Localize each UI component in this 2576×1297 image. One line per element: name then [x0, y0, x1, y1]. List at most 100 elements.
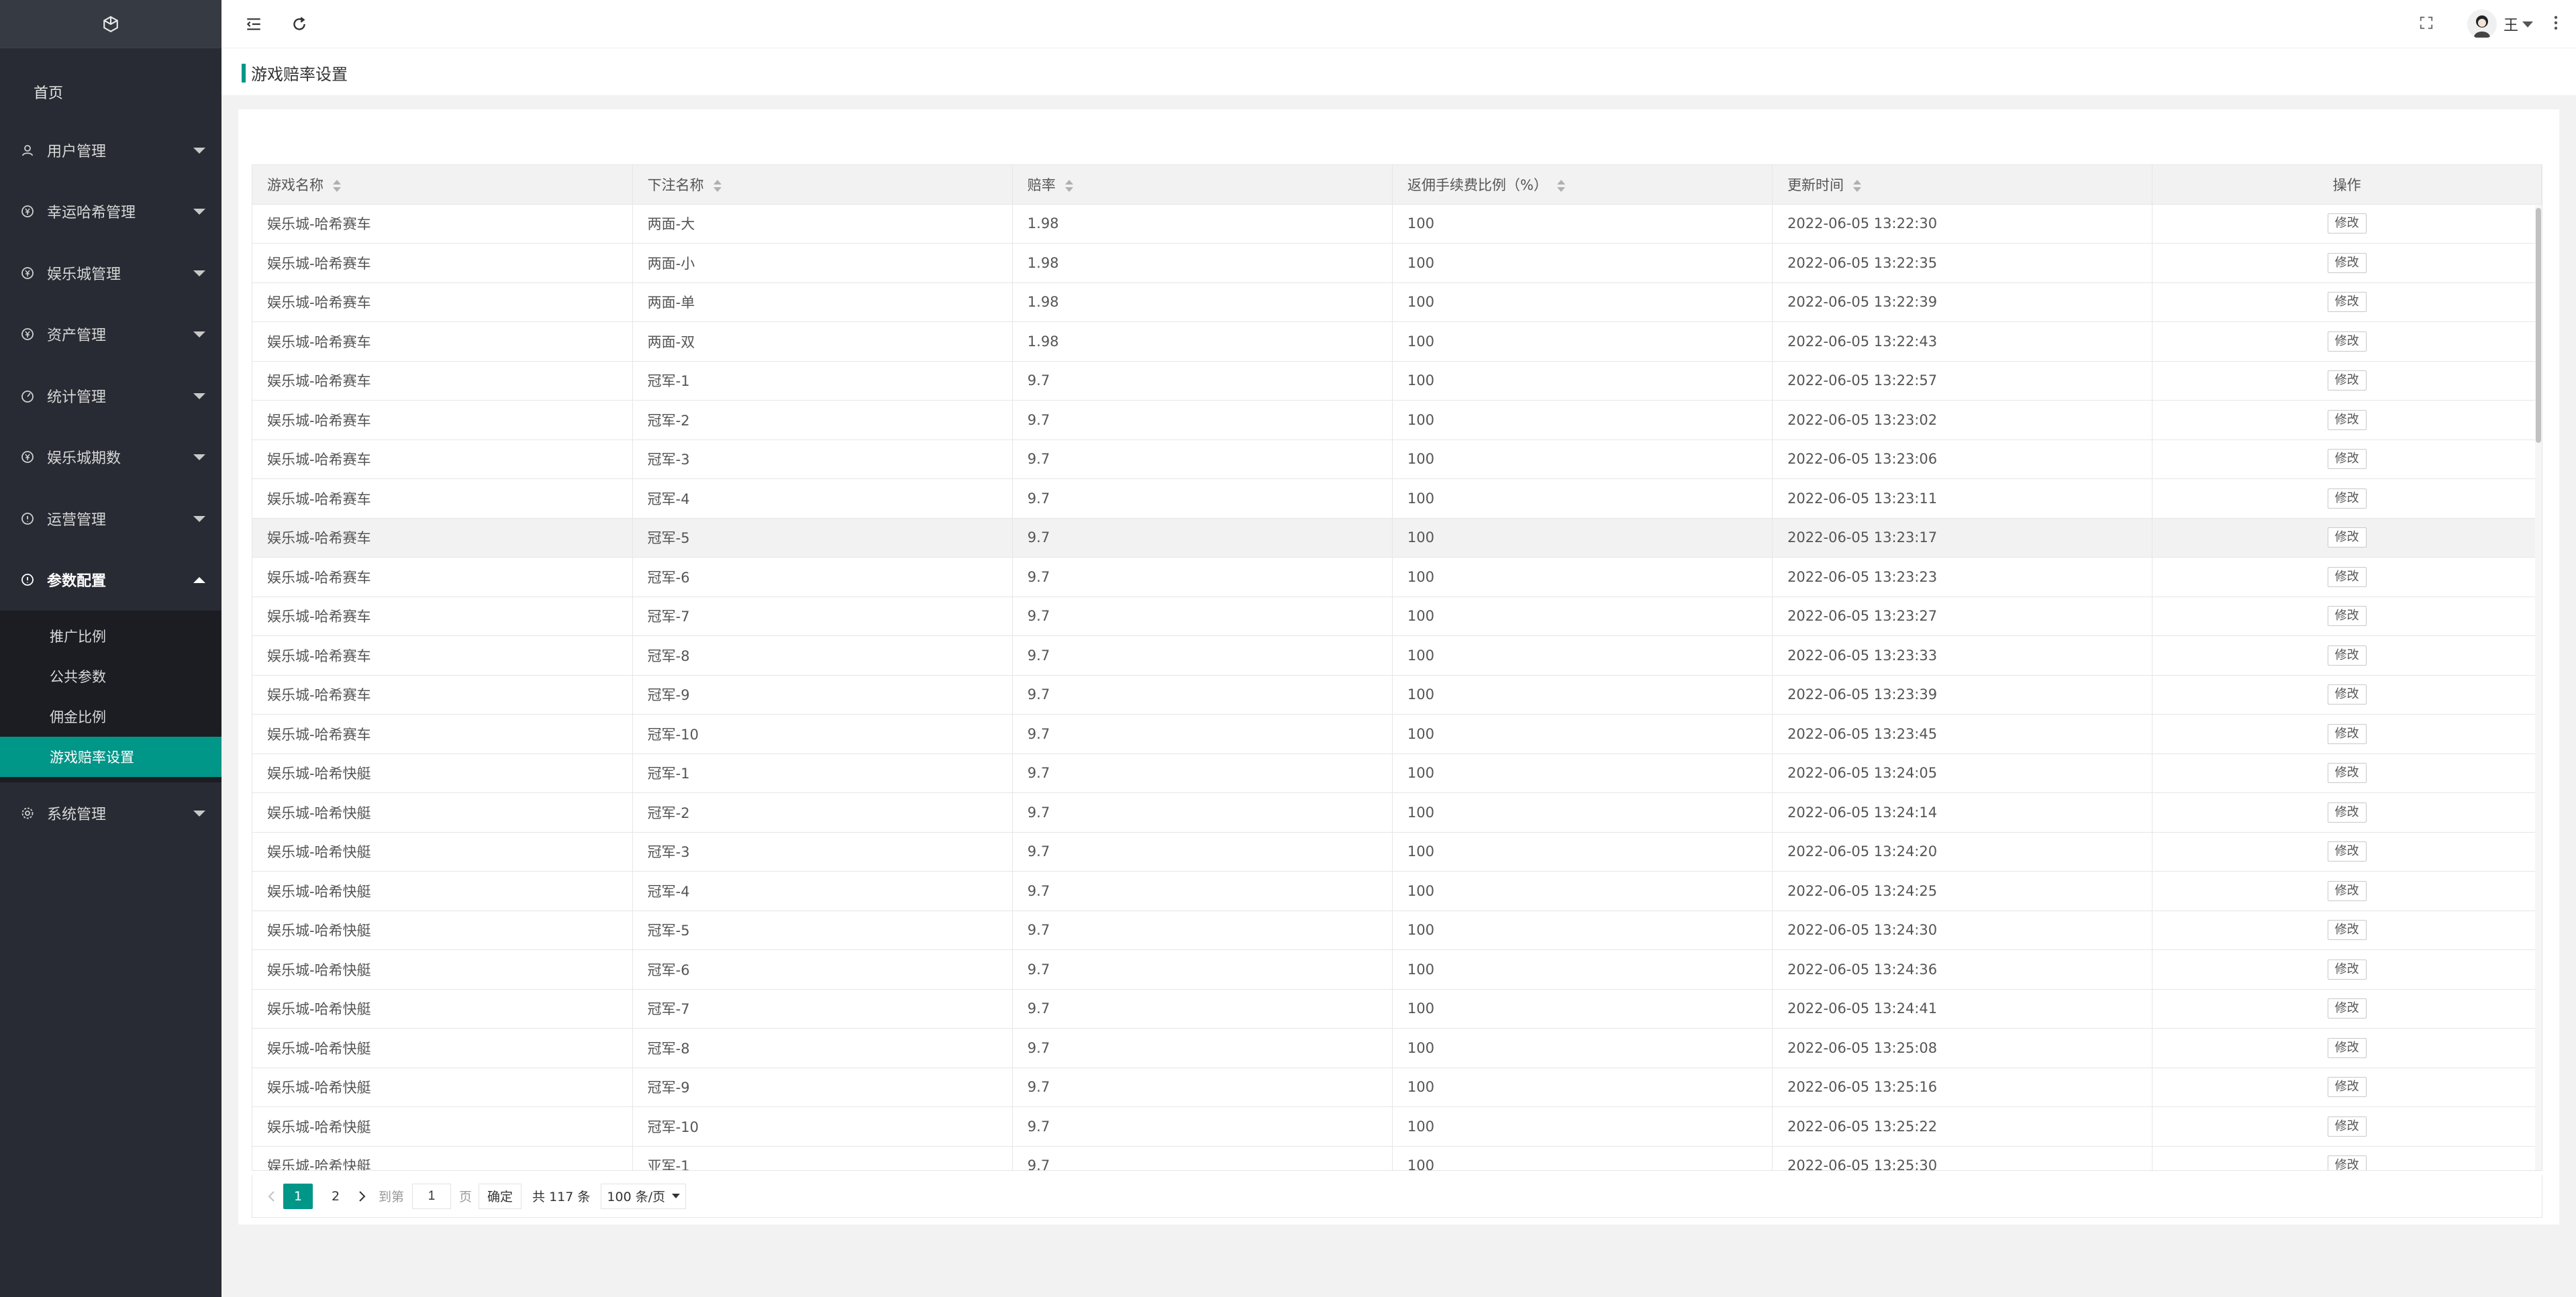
table-row: 娱乐城-哈希赛车 两面-单 1.98 100 2022-06-05 13:22:39 修改 [252, 282, 2542, 322]
sidebar-item-label: 统计管理 [47, 388, 107, 406]
page-size-select[interactable]: 100 条/页 [601, 1183, 687, 1209]
avatar[interactable] [2467, 9, 2497, 39]
cell-odds: 9.7 [1012, 596, 1393, 636]
cell-game-name: 娱乐城-哈希赛车 [252, 675, 633, 715]
edit-button[interactable]: 修改 [2327, 449, 2367, 470]
edit-button[interactable]: 修改 [2327, 1037, 2367, 1058]
sidebar-subitem-game-odds[interactable]: 游戏赔率设置 [0, 737, 221, 777]
fullscreen-button[interactable] [2419, 15, 2434, 33]
edit-button[interactable]: 修改 [2327, 527, 2367, 548]
edit-button[interactable]: 修改 [2327, 409, 2367, 430]
chevron-right-icon [359, 1190, 366, 1202]
edit-button[interactable]: 修改 [2327, 1077, 2367, 1098]
sidebar-item-casino[interactable]: 娱乐城管理 [0, 242, 221, 304]
edit-button[interactable]: 修改 [2327, 370, 2367, 391]
table-row: 娱乐城-哈希快艇 冠军-8 9.7 100 2022-06-05 13:25:08 修改 [252, 1028, 2542, 1068]
column-header-rebate[interactable]: 返佣手续费比例（%） [1392, 165, 1773, 205]
edit-button[interactable]: 修改 [2327, 802, 2367, 823]
sort-icon[interactable] [333, 179, 341, 192]
cell-odds: 9.7 [1012, 871, 1393, 911]
cell-odds: 9.7 [1012, 949, 1393, 990]
sidebar-item-casino-periods[interactable]: 娱乐城期数 [0, 427, 221, 488]
edit-button[interactable]: 修改 [2327, 841, 2367, 862]
chevron-down-icon[interactable] [2522, 21, 2533, 28]
cell-rebate: 100 [1392, 439, 1773, 479]
column-header-label: 操作 [2332, 176, 2361, 193]
cell-odds: 1.98 [1012, 204, 1393, 244]
next-page-button[interactable] [354, 1189, 369, 1204]
edit-button[interactable]: 修改 [2327, 292, 2367, 313]
chevron-down-icon [193, 209, 205, 215]
sidebar-item-label: 运营管理 [47, 511, 107, 529]
sidebar-subitem-promotion-ratio[interactable]: 推广比例 [0, 616, 221, 656]
edit-button[interactable]: 修改 [2327, 763, 2367, 784]
edit-button[interactable]: 修改 [2327, 488, 2367, 509]
edit-button[interactable]: 修改 [2327, 331, 2367, 352]
edit-button[interactable]: 修改 [2327, 645, 2367, 666]
edit-button[interactable]: 修改 [2327, 959, 2367, 980]
sidebar-subitem-commission-ratio[interactable]: 佣金比例 [0, 696, 221, 737]
sidebar-item-operations[interactable]: 运营管理 [0, 488, 221, 550]
page-number-current[interactable]: 1 [283, 1183, 313, 1209]
sidebar-subitem-public-params[interactable]: 公共参数 [0, 656, 221, 696]
edit-button[interactable]: 修改 [2327, 606, 2367, 627]
column-header-label: 更新时间 [1787, 176, 1844, 193]
edit-button[interactable]: 修改 [2327, 1116, 2367, 1137]
sort-icon[interactable] [713, 179, 722, 192]
coin-icon [20, 266, 35, 280]
cell-update-time: 2022-06-05 13:23:23 [1772, 557, 2153, 597]
cell-bet-name: 冠军-3 [632, 832, 1013, 872]
cell-rebate: 100 [1392, 557, 1773, 597]
sidebar-item-assets[interactable]: 资产管理 [0, 304, 221, 366]
edit-button[interactable]: 修改 [2327, 252, 2367, 273]
cell-rebate: 100 [1392, 243, 1773, 283]
sort-icon[interactable] [1064, 179, 1073, 192]
confirm-page-button[interactable]: 确定 [479, 1183, 522, 1209]
more-options-button[interactable] [2553, 15, 2559, 34]
sidebar-item-parameter-config[interactable]: 参数配置 [0, 550, 221, 611]
cell-bet-name: 冠军-10 [632, 714, 1013, 754]
edit-button[interactable]: 修改 [2327, 920, 2367, 941]
table-row: 娱乐城-哈希赛车 冠军-2 9.7 100 2022-06-05 13:23:02 修改 [252, 400, 2542, 440]
chevron-down-icon [193, 147, 205, 154]
sidebar-item-system[interactable]: 系统管理 [0, 782, 221, 844]
edit-button[interactable]: 修改 [2327, 1155, 2367, 1170]
column-header-bet-name[interactable]: 下注名称 [632, 165, 1013, 205]
cell-action: 修改 [2152, 478, 2542, 519]
table-scrollbar[interactable] [2535, 205, 2542, 1170]
page-number[interactable]: 2 [321, 1184, 350, 1209]
table-row: 娱乐城-哈希赛车 冠军-10 9.7 100 2022-06-05 13:23:45 修改 [252, 714, 2542, 754]
sort-icon[interactable] [1556, 179, 1565, 192]
refresh-button[interactable] [289, 13, 310, 35]
scrollbar-thumb[interactable] [2536, 208, 2541, 443]
edit-button[interactable]: 修改 [2327, 998, 2367, 1019]
edit-button[interactable]: 修改 [2327, 213, 2367, 234]
cube-icon [103, 15, 118, 32]
collapse-sidebar-button[interactable] [243, 13, 264, 35]
cell-update-time: 2022-06-05 13:22:57 [1772, 361, 2153, 401]
cell-update-time: 2022-06-05 13:24:25 [1772, 871, 2153, 911]
sidebar-item-lucky-hash[interactable]: 幸运哈希管理 [0, 181, 221, 243]
prev-page-button[interactable] [264, 1189, 279, 1204]
app-logo[interactable] [0, 0, 221, 48]
page-jump-input[interactable] [412, 1183, 452, 1209]
sidebar-item-home[interactable]: 首页 [0, 64, 221, 119]
edit-button[interactable]: 修改 [2327, 723, 2367, 744]
cell-action: 修改 [2152, 596, 2542, 636]
odds-table-container[interactable]: 游戏名称 下注名称 赔率 返佣手续费比例（%） 更新时间 操作 娱乐城-哈希赛车… [252, 164, 2542, 1171]
edit-button[interactable]: 修改 [2327, 684, 2367, 705]
cell-bet-name: 冠军-5 [632, 911, 1013, 950]
column-header-odds[interactable]: 赔率 [1012, 165, 1393, 205]
sidebar-item-user-management[interactable]: 用户管理 [0, 119, 221, 181]
cell-update-time: 2022-06-05 13:24:36 [1772, 949, 2153, 990]
edit-button[interactable]: 修改 [2327, 566, 2367, 587]
edit-button[interactable]: 修改 [2327, 880, 2367, 901]
sort-icon[interactable] [1853, 179, 1862, 192]
column-header-update-time[interactable]: 更新时间 [1772, 165, 2153, 205]
column-header-game-name[interactable]: 游戏名称 [252, 165, 633, 205]
page-title: 游戏赔率设置 [251, 65, 348, 84]
sidebar-item-statistics[interactable]: 统计管理 [0, 365, 221, 427]
user-name[interactable]: 王 [2504, 13, 2518, 35]
cell-rebate: 100 [1392, 714, 1773, 754]
cell-action: 修改 [2152, 361, 2542, 401]
